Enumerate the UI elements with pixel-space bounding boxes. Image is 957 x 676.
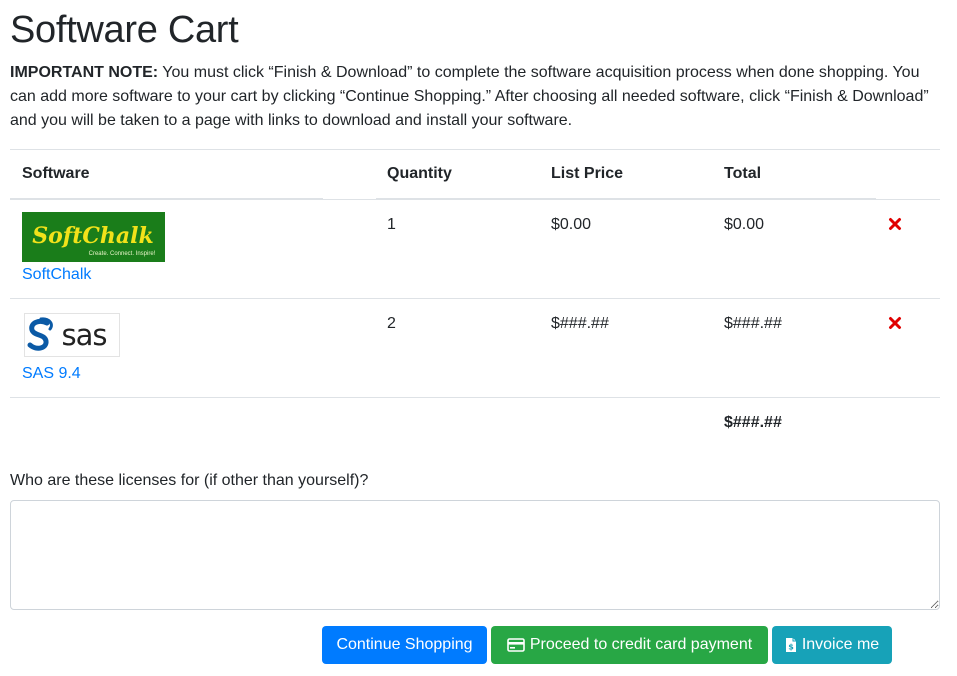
- licenses-label: Who are these licenses for (if other tha…: [10, 472, 369, 489]
- important-note: IMPORTANT NOTE: You must click “Finish &…: [10, 61, 940, 133]
- sas-logo-text: sas: [62, 318, 107, 352]
- continue-shopping-button[interactable]: Continue Shopping: [322, 626, 487, 664]
- credit-card-payment-label: Proceed to credit card payment: [529, 636, 753, 653]
- header-software: Software: [22, 165, 90, 182]
- row-border: [10, 199, 940, 200]
- list-price-value: $###.##: [551, 315, 609, 332]
- remove-item-button[interactable]: [888, 316, 902, 330]
- header-quantity: Quantity: [387, 165, 452, 182]
- licenses-textarea[interactable]: [10, 500, 940, 610]
- header-total: Total: [724, 165, 762, 182]
- svg-text:$: $: [788, 643, 794, 652]
- software-link-softchalk[interactable]: SoftChalk: [22, 265, 91, 285]
- page-title: Software Cart: [10, 9, 239, 51]
- softchalk-logo[interactable]: SoftChalk Create. Connect. Inspire!: [22, 212, 165, 262]
- softchalk-logo-text: SoftChalk: [32, 223, 154, 249]
- remove-x-icon: [889, 317, 901, 329]
- row-border: [10, 397, 940, 398]
- continue-shopping-label: Continue Shopping: [336, 636, 473, 653]
- important-note-label: IMPORTANT NOTE:: [10, 64, 159, 81]
- invoice-document-icon: $: [785, 638, 796, 652]
- quantity-value: 2: [387, 315, 396, 332]
- remove-item-button[interactable]: [888, 217, 902, 231]
- quantity-value: 1: [387, 216, 396, 233]
- table-top-border: [10, 149, 940, 150]
- invoice-me-button[interactable]: $ Invoice me: [772, 626, 892, 664]
- credit-card-payment-button[interactable]: Proceed to credit card payment: [491, 626, 768, 664]
- total-value: $0.00: [724, 216, 765, 233]
- grand-total: $###.##: [724, 414, 782, 431]
- sas-logo[interactable]: sas: [24, 313, 120, 357]
- invoice-me-label: Invoice me: [801, 636, 880, 653]
- softchalk-logo-tagline: Create. Connect. Inspire!: [89, 251, 156, 257]
- remove-x-icon: [889, 218, 901, 230]
- total-value: $###.##: [724, 315, 782, 332]
- software-link-sas[interactable]: SAS 9.4: [22, 364, 81, 384]
- header-list-price: List Price: [551, 165, 624, 182]
- row-border: [10, 298, 940, 299]
- list-price-value: $0.00: [551, 216, 592, 233]
- credit-card-icon: [507, 638, 525, 652]
